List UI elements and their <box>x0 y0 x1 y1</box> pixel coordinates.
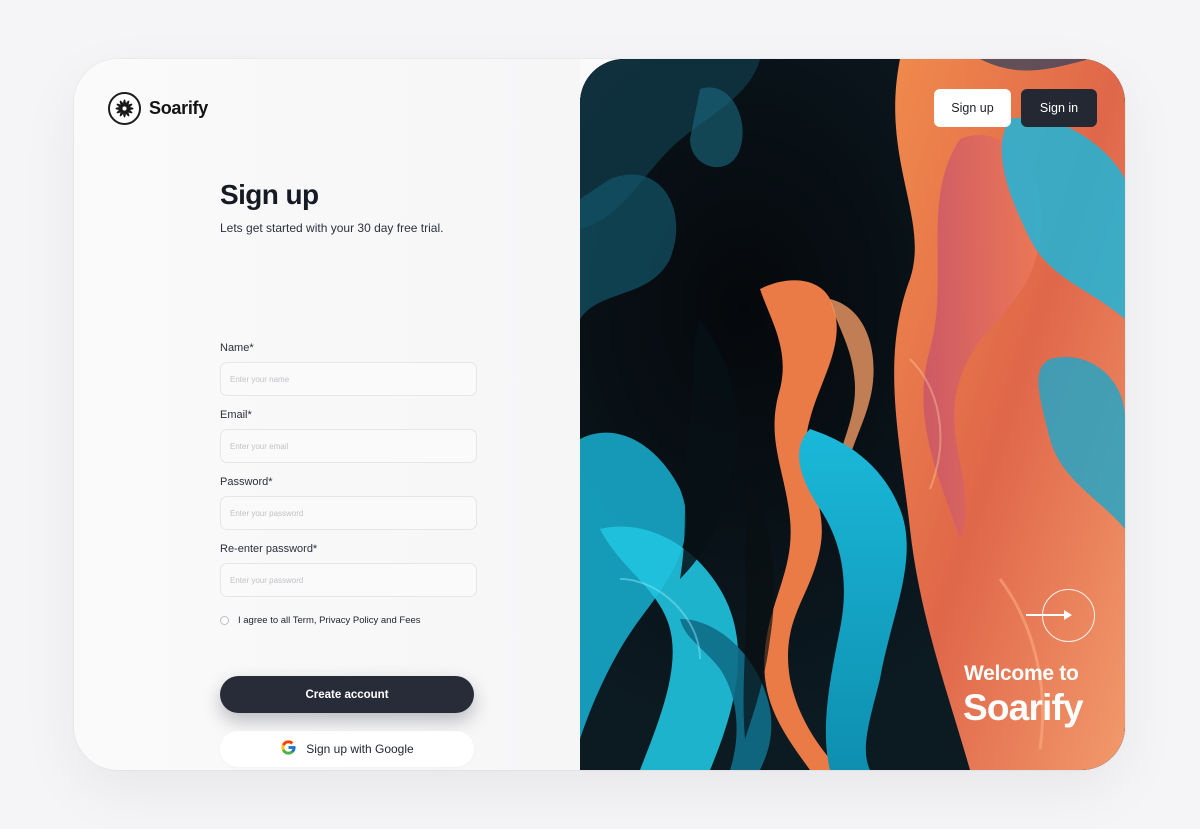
name-label: Name* <box>220 342 254 354</box>
form-panel: Soarify Sign up Lets get started with yo… <box>74 59 580 770</box>
email-field-group: Email* <box>220 409 477 463</box>
password-field-group: Password* <box>220 476 477 530</box>
signup-form: Sign up Lets get started with your 30 da… <box>220 179 478 767</box>
email-input[interactable] <box>220 429 477 463</box>
google-signup-button[interactable]: Sign up with Google <box>220 731 474 767</box>
confirm-password-field-group: Re-enter password* <box>220 543 477 597</box>
password-label: Password* <box>220 476 273 488</box>
brand-logo[interactable]: Soarify <box>108 92 208 125</box>
nav-signup-button[interactable]: Sign up <box>934 89 1011 127</box>
google-icon <box>280 739 297 759</box>
name-field-group: Name* <box>220 342 477 396</box>
logo-icon <box>108 92 141 125</box>
confirm-password-label: Re-enter password* <box>220 543 318 555</box>
name-input[interactable] <box>220 362 477 396</box>
password-input[interactable] <box>220 496 477 530</box>
signup-card: Soarify Sign up Lets get started with yo… <box>74 59 1125 770</box>
confirm-password-input[interactable] <box>220 563 477 597</box>
hero-brand-name: Soarify <box>963 687 1084 728</box>
email-label: Email* <box>220 409 252 421</box>
hero-nav: Sign up Sign in <box>934 89 1097 127</box>
terms-agreement: I agree to all Term, Privacy Policy and … <box>220 615 421 626</box>
page-title: Sign up <box>220 179 319 210</box>
terms-radio[interactable] <box>220 616 229 625</box>
hero-panel: Sign up Sign in Welcome to Soarify <box>580 59 1125 770</box>
brand-name: Soarify <box>149 98 208 118</box>
page-subtitle: Lets get started with your 30 day free t… <box>220 221 444 235</box>
welcome-heading: Welcome to <box>964 662 1079 685</box>
terms-label[interactable]: I agree to all Term, Privacy Policy and … <box>238 615 421 626</box>
google-button-label: Sign up with Google <box>306 742 414 756</box>
arrow-head <box>1064 610 1072 620</box>
nav-signin-button[interactable]: Sign in <box>1021 89 1097 127</box>
create-account-button[interactable]: Create account <box>220 676 474 713</box>
